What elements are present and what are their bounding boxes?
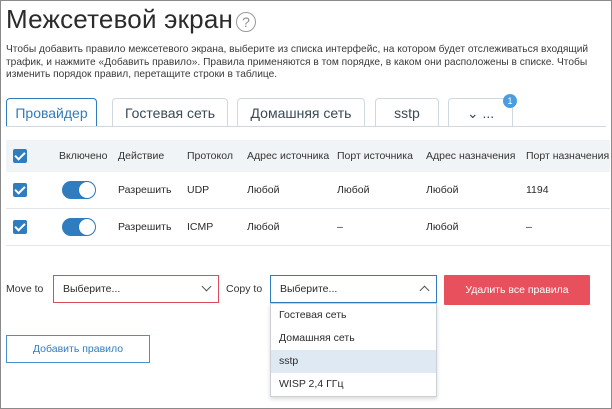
page-description: Чтобы добавить правило межсетевого экран… (6, 44, 589, 80)
cell-protocol: UDP (187, 184, 210, 196)
chevron-up-icon (419, 285, 430, 296)
move-to-label: Move to (6, 283, 44, 295)
add-rule-button[interactable]: Добавить правило (6, 335, 150, 363)
delete-all-rules-button[interactable]: Удалить все правила (444, 275, 590, 305)
header-enabled: Включено (59, 150, 108, 162)
tab-sstp[interactable]: sstp (375, 98, 439, 126)
enabled-toggle[interactable] (62, 181, 96, 199)
rules-table-header: Включено Действие Протокол Адрес источни… (6, 140, 610, 172)
header-destination-port: Порт назначения (526, 150, 610, 162)
tab-guest-network[interactable]: Гостевая сеть (112, 98, 228, 126)
page-title: Межсетевой экран (6, 4, 234, 34)
copy-to-dropdown: Гостевая сеть Домашняя сеть sstp WISP 2,… (270, 303, 437, 397)
option-sstp[interactable]: sstp (271, 350, 436, 373)
move-to-value: Выберите... (63, 283, 121, 295)
header-destination-address: Адрес назначения (426, 150, 516, 162)
cell-destination-port: 1194 (526, 184, 549, 196)
header-source-address: Адрес источника (247, 150, 330, 162)
select-all-checkbox[interactable] (13, 149, 27, 163)
table-row[interactable]: Разрешить ICMP Любой – Любой – (6, 209, 610, 246)
tab-provider[interactable]: Провайдер (6, 98, 97, 127)
cell-source-port: Любой (337, 184, 370, 196)
cell-action: Разрешить (118, 184, 172, 196)
enabled-toggle[interactable] (62, 218, 96, 236)
table-row[interactable]: Разрешить UDP Любой Любой Любой 1194 (6, 172, 610, 209)
tab-more-label: ⌄ ... (466, 105, 495, 121)
tab-divider (6, 126, 606, 127)
cell-source-address: Любой (247, 221, 280, 233)
cell-destination-port: – (526, 221, 532, 233)
tab-home-network[interactable]: Домашняя сеть (237, 98, 365, 126)
tab-more[interactable]: ⌄ ... 1 (448, 94, 517, 126)
cell-destination-address: Любой (426, 184, 459, 196)
toggle-knob (79, 182, 95, 198)
toggle-knob (79, 219, 95, 235)
move-to-select[interactable]: Выберите... (53, 275, 219, 303)
copy-to-value: Выберите... (280, 283, 338, 295)
row-checkbox[interactable] (13, 183, 27, 197)
cell-protocol: ICMP (187, 221, 214, 233)
header-protocol: Протокол (187, 150, 233, 162)
option-guest-network[interactable]: Гостевая сеть (271, 304, 436, 327)
cell-source-address: Любой (247, 184, 280, 196)
header-action: Действие (118, 150, 165, 162)
chevron-down-icon (201, 281, 212, 292)
cell-destination-address: Любой (426, 221, 459, 233)
cell-action: Разрешить (118, 221, 172, 233)
help-icon[interactable]: ? (236, 12, 256, 32)
option-wisp-24ghz[interactable]: WISP 2,4 ГГц (271, 373, 436, 396)
copy-to-label: Copy to (226, 283, 263, 295)
notification-badge: 1 (503, 94, 517, 108)
cell-source-port: – (337, 221, 343, 233)
option-home-network[interactable]: Домашняя сеть (271, 327, 436, 350)
copy-to-select[interactable]: Выберите... (270, 275, 437, 303)
header-source-port: Порт источника (337, 150, 413, 162)
row-checkbox[interactable] (13, 220, 27, 234)
